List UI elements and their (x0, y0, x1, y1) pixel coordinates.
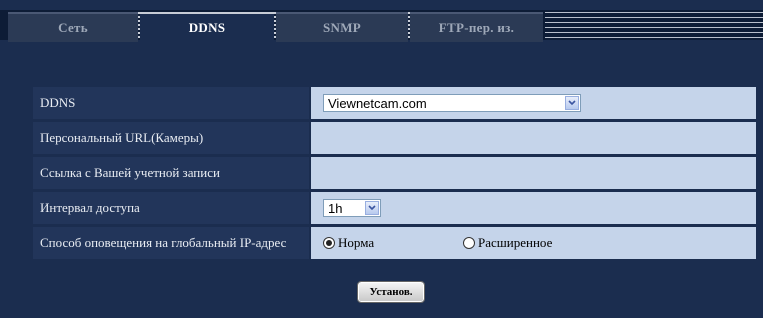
row-account-link: Ссылка с Вашей учетной записи (33, 157, 756, 192)
tab-ftp[interactable]: FTP-пер. из. (410, 12, 543, 42)
tab-ddns-label: DDNS (188, 20, 226, 35)
radio-normal[interactable]: Норма (323, 235, 463, 251)
radio-normal-label: Норма (338, 235, 375, 250)
row-access-interval: Интервал доступа 1h (33, 192, 756, 227)
radio-normal-circle[interactable] (323, 237, 335, 249)
access-interval-selected: 1h (328, 200, 343, 216)
tab-ftp-label: FTP-пер. из. (438, 20, 515, 35)
radio-extended[interactable]: Расширенное (463, 235, 552, 251)
ip-notify-label: Способ оповещения на глобальный IP-адрес (33, 227, 311, 259)
tab-network[interactable]: Сеть (8, 12, 138, 42)
tab-snmp-label: SNMP (322, 20, 362, 35)
radio-extended-circle[interactable] (463, 237, 475, 249)
account-link-value (311, 157, 756, 189)
row-ip-notify: Способ оповещения на глобальный IP-адрес… (33, 227, 756, 262)
tab-ddns[interactable]: DDNS (140, 12, 274, 42)
radio-extended-label: Расширенное (478, 235, 553, 250)
ddns-label: DDNS (33, 87, 311, 119)
personal-url-value (311, 122, 756, 154)
ddns-value-cell: Viewnetcam.com (311, 87, 756, 119)
chevron-down-icon[interactable] (565, 96, 579, 110)
ddns-service-selected: Viewnetcam.com (328, 95, 427, 111)
chevron-down-icon[interactable] (365, 201, 379, 215)
ddns-settings-table: DDNS Viewnetcam.com Персональный URL(Кам… (33, 84, 756, 262)
access-interval-select[interactable]: 1h (323, 199, 381, 217)
tab-snmp[interactable]: SNMP (276, 12, 408, 42)
ip-notify-radio-group: Норма Расширенное (323, 235, 552, 251)
tab-network-label: Сеть (58, 20, 88, 35)
access-interval-label: Интервал доступа (33, 192, 311, 224)
personal-url-label: Персональный URL(Камеры) (33, 122, 311, 154)
ip-notify-value-cell: Норма Расширенное (311, 227, 756, 259)
row-ddns: DDNS Viewnetcam.com (33, 84, 756, 122)
set-button[interactable]: Установ. (357, 281, 425, 303)
tab-bar-stripes (545, 12, 763, 40)
row-personal-url: Персональный URL(Камеры) (33, 122, 756, 157)
account-link-label: Ссылка с Вашей учетной записи (33, 157, 311, 189)
access-interval-value-cell: 1h (311, 192, 756, 224)
ddns-service-select[interactable]: Viewnetcam.com (323, 94, 581, 112)
